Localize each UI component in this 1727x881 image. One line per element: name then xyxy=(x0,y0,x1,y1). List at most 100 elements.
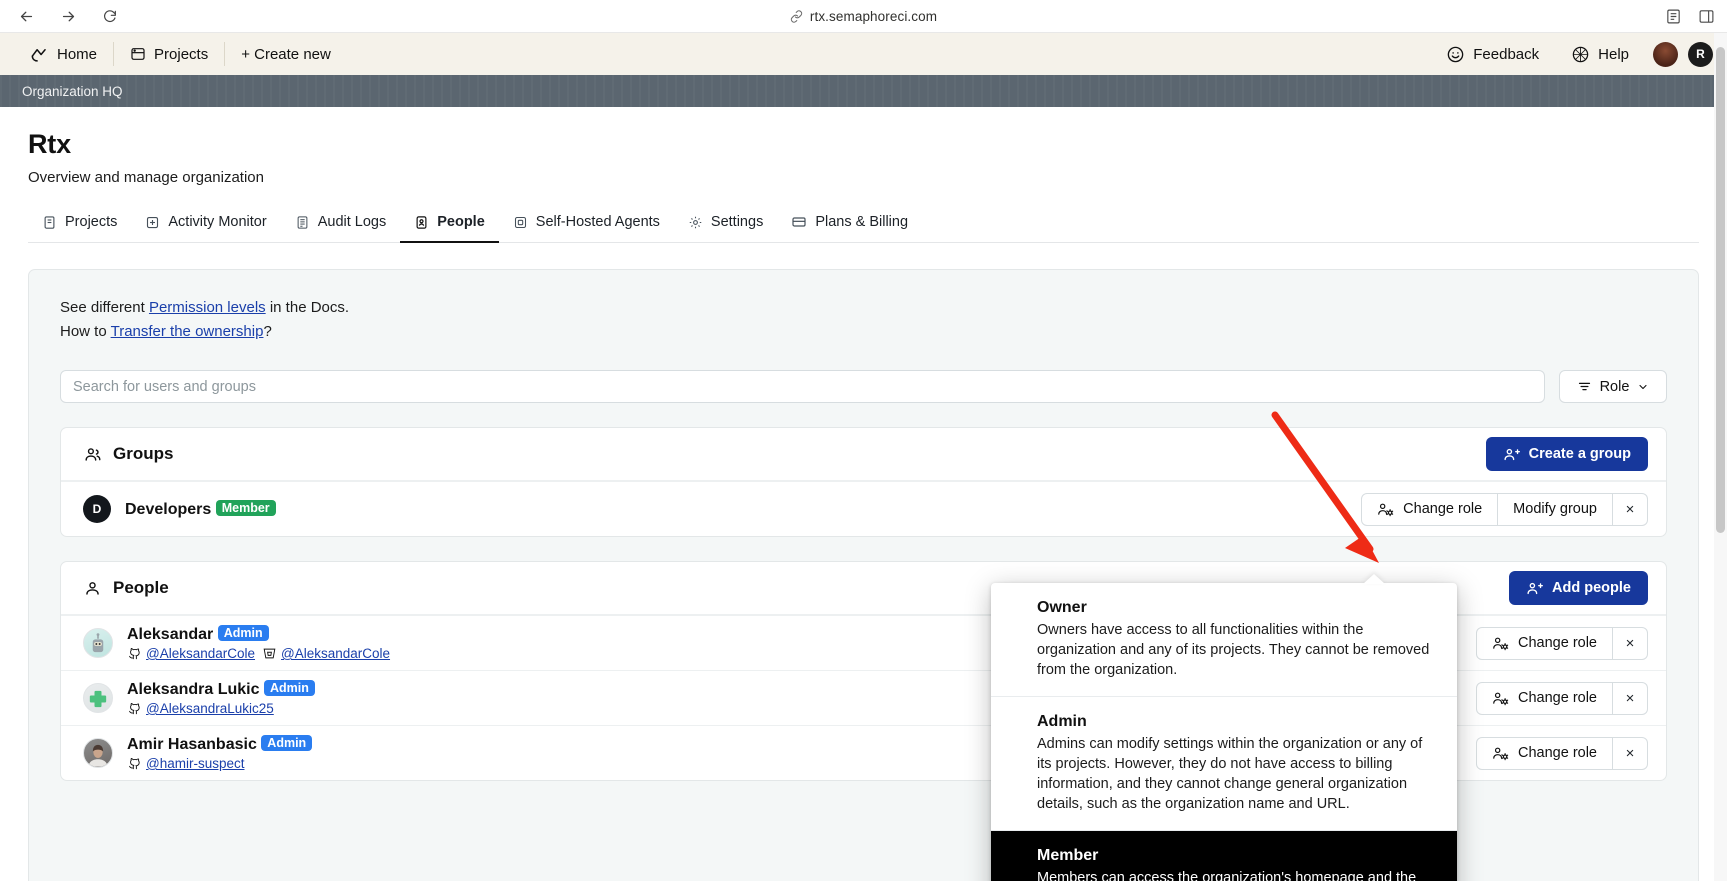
group-change-role-label: Change role xyxy=(1403,501,1483,517)
person-row-main: Aleksandar Admin @AleksandarCole @Aleksa… xyxy=(83,625,390,661)
back-button[interactable] xyxy=(16,6,36,26)
dropdown-option-owner[interactable]: Owner Owners have access to all function… xyxy=(991,583,1457,696)
change-role-dropdown: Owner Owners have access to all function… xyxy=(991,583,1457,881)
github-handle-link[interactable]: @AleksandarCole xyxy=(146,646,255,661)
github-icon xyxy=(128,648,140,660)
dropdown-option-admin[interactable]: Admin Admins can modify settings within … xyxy=(991,696,1457,830)
dropdown-arrow xyxy=(1363,574,1385,584)
nav-item-help[interactable]: Help xyxy=(1555,33,1645,75)
bitbucket-icon xyxy=(263,648,276,659)
tab-settings[interactable]: Settings xyxy=(674,206,777,243)
person-button-group: Change role × xyxy=(1476,736,1648,770)
add-people-button[interactable]: Add people xyxy=(1509,571,1648,605)
nav-item-create-new[interactable]: + Create new xyxy=(225,33,347,75)
avatar xyxy=(83,738,113,768)
nav-item-home[interactable]: Home xyxy=(14,33,113,75)
remove-group-button[interactable]: × xyxy=(1613,492,1648,526)
page-scrollbar[interactable] xyxy=(1714,33,1727,881)
permission-levels-link[interactable]: Permission levels xyxy=(149,299,266,316)
person-change-role-button[interactable]: Change role xyxy=(1476,736,1613,770)
bitbucket-handle-link[interactable]: @AleksandarCole xyxy=(281,646,390,661)
browser-toolbar: rtx.semaphoreci.com xyxy=(0,0,1727,33)
nav-item-projects[interactable]: Projects xyxy=(114,33,224,75)
nav-item-feedback[interactable]: Feedback xyxy=(1430,33,1555,75)
transfer-ownership-link[interactable]: Transfer the ownership xyxy=(111,323,264,340)
remove-person-button[interactable]: × xyxy=(1613,626,1648,660)
tab-self-hosted-agents[interactable]: Self-Hosted Agents xyxy=(499,206,674,243)
dropdown-option-member-body: Member Members can access the organizati… xyxy=(1037,845,1439,881)
add-people-label: Add people xyxy=(1552,580,1631,596)
group-name: Developers Member xyxy=(125,499,276,519)
remove-person-button[interactable]: × xyxy=(1613,736,1648,770)
link-icon xyxy=(790,9,803,23)
person-change-role-button[interactable]: Change role xyxy=(1476,681,1613,715)
org-avatar[interactable]: R xyxy=(1688,41,1713,67)
person-handles: @AleksandarCole @AleksandarCole xyxy=(127,646,390,661)
person-name-text: Aleksandar xyxy=(127,626,214,643)
nav-item-home-label: Home xyxy=(57,45,98,63)
page-title: Rtx xyxy=(28,129,71,159)
person-name: Aleksandar Admin xyxy=(127,625,390,644)
tab-activity-monitor-label: Activity Monitor xyxy=(168,214,267,230)
github-handle-link[interactable]: @AleksandraLukic25 xyxy=(146,701,274,716)
add-group-icon xyxy=(1504,448,1520,460)
address-bar[interactable]: rtx.semaphoreci.com xyxy=(0,9,1727,24)
group-row-main: D Developers Member xyxy=(83,495,276,523)
extensions-icon[interactable] xyxy=(1665,8,1682,25)
groups-title: Groups xyxy=(83,444,173,464)
person-icon xyxy=(86,581,99,595)
scrollbar-thumb[interactable] xyxy=(1716,47,1725,533)
tab-people[interactable]: People xyxy=(400,206,499,243)
tab-audit-logs[interactable]: Audit Logs xyxy=(281,206,401,243)
forward-button[interactable] xyxy=(58,6,78,26)
dropdown-option-admin-title: Admin xyxy=(1037,713,1087,730)
organization-hq-band: Organization HQ xyxy=(0,75,1727,107)
github-icon xyxy=(128,703,140,715)
dropdown-option-member[interactable]: ✓ Member Members can access the organiza… xyxy=(991,830,1457,881)
change-role-icon xyxy=(1378,503,1394,516)
remove-person-button[interactable]: × xyxy=(1613,681,1648,715)
person-row-actions: Change role × xyxy=(1476,681,1648,715)
change-role-icon xyxy=(1493,747,1509,760)
nav-item-feedback-label: Feedback xyxy=(1473,45,1540,63)
role-filter-button[interactable]: Role xyxy=(1559,370,1667,403)
person-info: Amir Hasanbasic Admin @hamir-suspect xyxy=(127,735,313,771)
status-badge: Member xyxy=(215,499,276,516)
tab-settings-label: Settings xyxy=(710,214,764,230)
person-row-actions: Change role × xyxy=(1476,626,1648,660)
app-top-nav: Home Projects + Create new Feedback Help… xyxy=(0,33,1727,75)
tab-projects[interactable]: Projects xyxy=(28,206,131,243)
github-handle-link[interactable]: @hamir-suspect xyxy=(146,756,244,771)
dropdown-option-member-desc: Members can access the organization's ho… xyxy=(1037,870,1417,881)
docs-line2-suffix: ? xyxy=(263,323,272,340)
tab-activity-monitor[interactable]: Activity Monitor xyxy=(131,206,280,243)
docs-line1-prefix: See different xyxy=(60,299,149,316)
modify-group-button[interactable]: Modify group xyxy=(1498,492,1613,526)
dropdown-option-owner-title: Owner xyxy=(1037,599,1087,616)
person-name-text: Amir Hasanbasic xyxy=(127,736,257,753)
tab-plans-billing[interactable]: Plans & Billing xyxy=(777,206,922,243)
person-change-role-button[interactable]: Change role xyxy=(1476,626,1613,660)
group-button-group: Change role Modify group × xyxy=(1361,492,1648,526)
page-header: Rtx Overview and manage organization xyxy=(0,107,1727,186)
modify-group-label: Modify group xyxy=(1513,501,1597,517)
group-row-actions: Change role Modify group × xyxy=(1361,492,1648,526)
groups-icon xyxy=(85,447,101,461)
avatar[interactable] xyxy=(1653,41,1678,67)
org-tabs: Projects Activity Monitor Audit Logs Peo… xyxy=(28,206,1699,243)
github-icon xyxy=(128,758,140,770)
status-badge: Admin xyxy=(263,680,315,696)
person-handles: @hamir-suspect xyxy=(127,756,312,771)
create-a-group-button[interactable]: Create a group xyxy=(1485,437,1648,471)
search-input[interactable] xyxy=(60,370,1545,403)
people-title-label: People xyxy=(113,578,169,597)
reload-button[interactable] xyxy=(100,6,120,26)
person-button-group: Change role × xyxy=(1476,681,1648,715)
docs-line1-suffix: in the Docs. xyxy=(265,299,350,316)
filter-row: Role xyxy=(60,370,1667,403)
nav-item-help-label: Help xyxy=(1598,45,1629,63)
group-change-role-button[interactable]: Change role xyxy=(1361,492,1499,526)
sidebar-toggle-icon[interactable] xyxy=(1698,8,1715,25)
person-name: Aleksandra Lukic Admin xyxy=(127,680,315,699)
docs-line2-prefix: How to xyxy=(60,323,111,340)
